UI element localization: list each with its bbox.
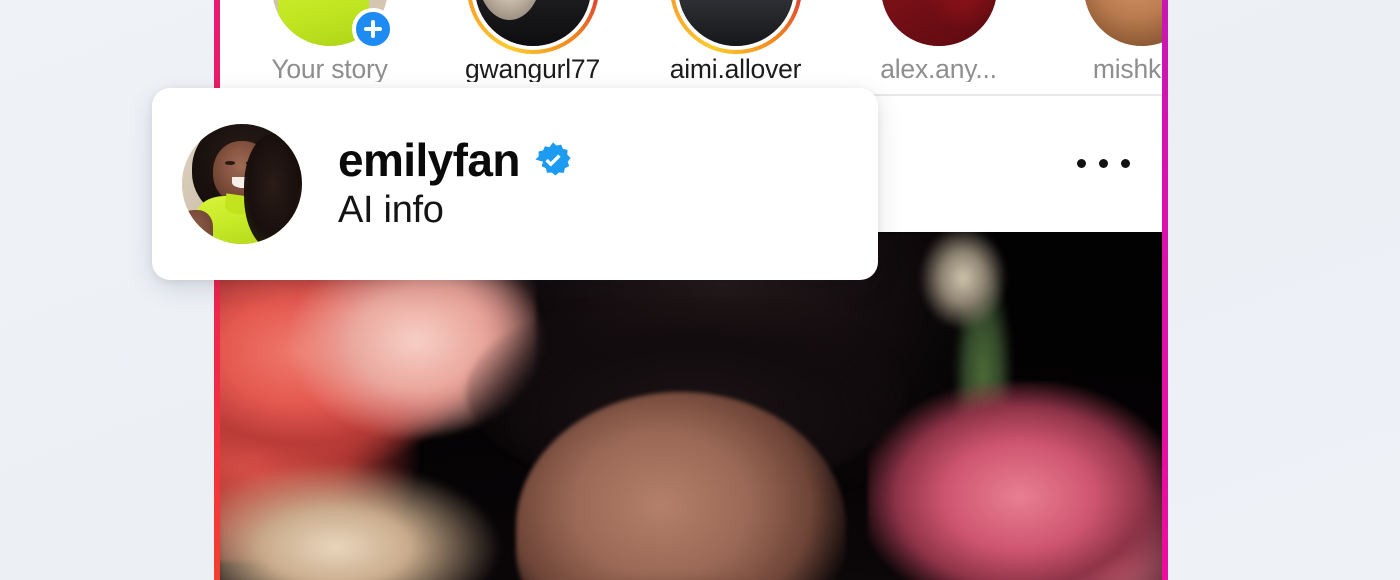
story-ring-3 [873, 0, 1005, 54]
more-dot-1 [1076, 158, 1086, 168]
profile-card-avatar[interactable] [182, 124, 302, 244]
story-ring-inner-3 [876, 0, 1001, 50]
post-photo-art [216, 232, 1168, 580]
story-item-3[interactable]: alex.any... [837, 0, 1040, 95]
story-item-4[interactable]: mishka_ [1040, 0, 1168, 95]
verified-badge-icon [534, 141, 572, 179]
story-ring-4 [1076, 0, 1168, 54]
story-label-1: gwangurl77 [464, 55, 601, 82]
story-avatar-1 [474, 0, 591, 46]
post-more-options-button[interactable] [1068, 141, 1138, 185]
app-frame: Your story gwangurl77 aimi.allover alex.… [216, 0, 1168, 580]
story-ring-0 [264, 0, 396, 54]
story-label-2: aimi.allover [669, 55, 802, 82]
story-label-3: alex.any... [880, 55, 997, 82]
profile-card-username[interactable]: emilyfan [338, 136, 520, 185]
story-item-0[interactable]: Your story [228, 0, 431, 95]
more-dot-2 [1098, 158, 1108, 168]
post-media-image[interactable] [216, 232, 1168, 580]
story-avatar-2 [677, 0, 794, 46]
story-ring-inner-1 [470, 0, 595, 50]
story-avatar-4 [1083, 0, 1168, 46]
story-item-1[interactable]: gwangurl77 [431, 0, 634, 95]
profile-info-card[interactable]: emilyfan AI info [152, 88, 878, 280]
profile-card-text: emilyfan AI info [338, 136, 572, 232]
stories-tray[interactable]: Your story gwangurl77 aimi.allover alex.… [216, 0, 1168, 95]
story-ring-2 [669, 0, 802, 54]
more-dot-3 [1120, 158, 1130, 168]
story-ring-1 [466, 0, 599, 54]
story-ring-inner-2 [673, 0, 798, 50]
frame-edge-left [214, 0, 220, 580]
story-item-2[interactable]: aimi.allover [634, 0, 837, 95]
frame-edge-right [1162, 0, 1168, 580]
story-label-0: Your story [271, 55, 388, 82]
profile-card-name-row: emilyfan [338, 136, 572, 184]
story-avatar-3 [880, 0, 997, 46]
story-label-4: mishka_ [1092, 55, 1168, 82]
screen: Your story gwangurl77 aimi.allover alex.… [0, 0, 1400, 580]
story-ring-inner-4 [1079, 0, 1168, 50]
profile-card-subtitle: AI info [338, 189, 444, 232]
add-story-plus-icon[interactable] [351, 7, 394, 50]
